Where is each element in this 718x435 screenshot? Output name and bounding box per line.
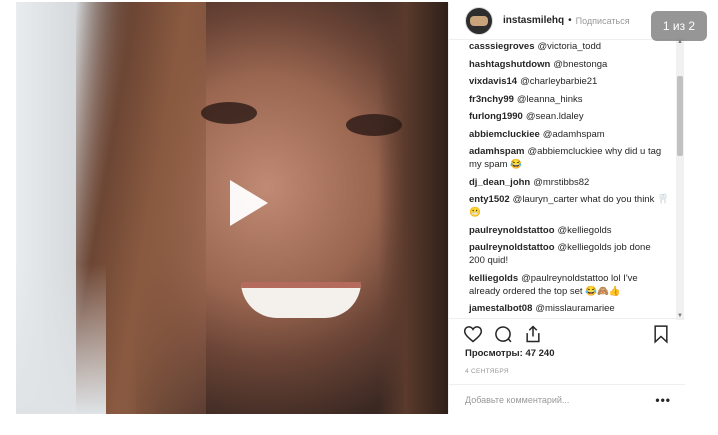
list-item: paulreynoldstattoo @kelliegolds bbox=[469, 224, 669, 237]
comment-text: @kelliegolds bbox=[557, 224, 612, 236]
list-item: abbiemcluckiee @adamhspam bbox=[469, 128, 669, 141]
list-item: kelliegolds @paulreynoldstattoo lol I've … bbox=[469, 272, 669, 298]
comment-username[interactable]: paulreynoldstattoo bbox=[469, 242, 555, 253]
comment-text: @adamhspam bbox=[542, 128, 605, 140]
comment-username[interactable]: vixdavis14 bbox=[469, 76, 517, 87]
list-item: fr3nchy99 @leanna_hinks bbox=[469, 93, 669, 106]
media-counter-badge: 1 из 2 bbox=[651, 11, 707, 41]
list-item: furlong1990 @sean.ldaley bbox=[469, 110, 669, 123]
post-sidebar: instasmilehq • Подписаться casssiegroves… bbox=[448, 2, 686, 414]
views-value: 47 240 bbox=[525, 348, 555, 359]
comment-username[interactable]: casssiegroves bbox=[469, 41, 535, 52]
video-background bbox=[16, 264, 106, 414]
post-date[interactable]: 4 СЕНТЯБРЯ bbox=[465, 368, 509, 375]
comment-username[interactable]: paulreynoldstattoo bbox=[469, 225, 555, 236]
follow-button[interactable]: Подписаться bbox=[576, 16, 630, 26]
view-count[interactable]: Просмотры: 47 240 bbox=[465, 348, 555, 359]
comment-text: @charleybarbie21 bbox=[520, 76, 598, 87]
scrollbar-thumb[interactable] bbox=[677, 76, 683, 156]
video-frame-detail bbox=[201, 102, 257, 124]
comments-scrollbar[interactable]: ▲ ▼ bbox=[676, 38, 684, 320]
comment-username[interactable]: hashtagshutdown bbox=[469, 59, 550, 70]
video-frame-detail bbox=[241, 282, 361, 318]
action-bar bbox=[449, 318, 685, 348]
comment-username[interactable]: jamestalbot08 bbox=[469, 303, 532, 314]
comment-text: @misslauramariee bbox=[535, 303, 615, 314]
comment-composer: Добавьте комментарий... ••• bbox=[449, 384, 685, 414]
comment-username[interactable]: enty1502 bbox=[469, 194, 510, 205]
views-label: Просмотры: bbox=[465, 348, 523, 359]
heart-icon[interactable] bbox=[463, 324, 483, 344]
more-options-icon[interactable]: ••• bbox=[655, 393, 671, 407]
comment-text: @mrstibbs82 bbox=[533, 176, 590, 188]
comment-input[interactable]: Добавьте комментарий... bbox=[465, 395, 655, 405]
separator-dot: • bbox=[568, 15, 572, 26]
list-item: vixdavis14 @charleybarbie21 bbox=[469, 75, 669, 88]
comment-list[interactable]: casssiegroves @victoria_todd hashtagshutd… bbox=[449, 40, 685, 318]
play-icon[interactable] bbox=[220, 176, 274, 230]
bookmark-icon[interactable] bbox=[651, 324, 671, 344]
comment-username[interactable]: dj_dean_john bbox=[469, 177, 530, 188]
comment-username[interactable]: abbiemcluckiee bbox=[469, 129, 540, 140]
video-frame-region bbox=[378, 2, 448, 414]
comment-username[interactable]: fr3nchy99 bbox=[469, 94, 514, 105]
list-item: paulreynoldstattoo @kelliegolds job done … bbox=[469, 241, 669, 267]
comment-text: @leanna_hinks bbox=[516, 93, 583, 105]
comment-icon[interactable] bbox=[493, 324, 513, 344]
share-icon[interactable] bbox=[523, 324, 543, 344]
list-item: adamhspam @abbiemcluckiee why did u tag m… bbox=[469, 145, 669, 171]
post-modal: instasmilehq • Подписаться casssiegroves… bbox=[16, 2, 686, 414]
comment-username[interactable]: furlong1990 bbox=[469, 111, 523, 122]
list-item: enty1502 @lauryn_carter what do you think… bbox=[469, 193, 669, 219]
comment-username[interactable]: adamhspam bbox=[469, 146, 524, 157]
list-item: jamestalbot08 @misslauramariee bbox=[469, 302, 669, 315]
comment-username[interactable]: kelliegolds bbox=[469, 273, 518, 284]
list-item: casssiegroves @victoria_todd bbox=[469, 40, 669, 53]
list-item: hashtagshutdown @bnestonga bbox=[469, 58, 669, 71]
comment-text: @sean.ldaley bbox=[525, 111, 584, 122]
post-username[interactable]: instasmilehq bbox=[503, 15, 564, 26]
comment-text: @victoria_todd bbox=[537, 41, 602, 52]
video-frame-detail bbox=[346, 114, 402, 136]
comment-text: @bnestonga bbox=[553, 58, 608, 70]
avatar[interactable] bbox=[465, 6, 493, 35]
video-player[interactable] bbox=[16, 2, 448, 414]
list-item: dj_dean_john @mrstibbs82 bbox=[469, 176, 669, 189]
